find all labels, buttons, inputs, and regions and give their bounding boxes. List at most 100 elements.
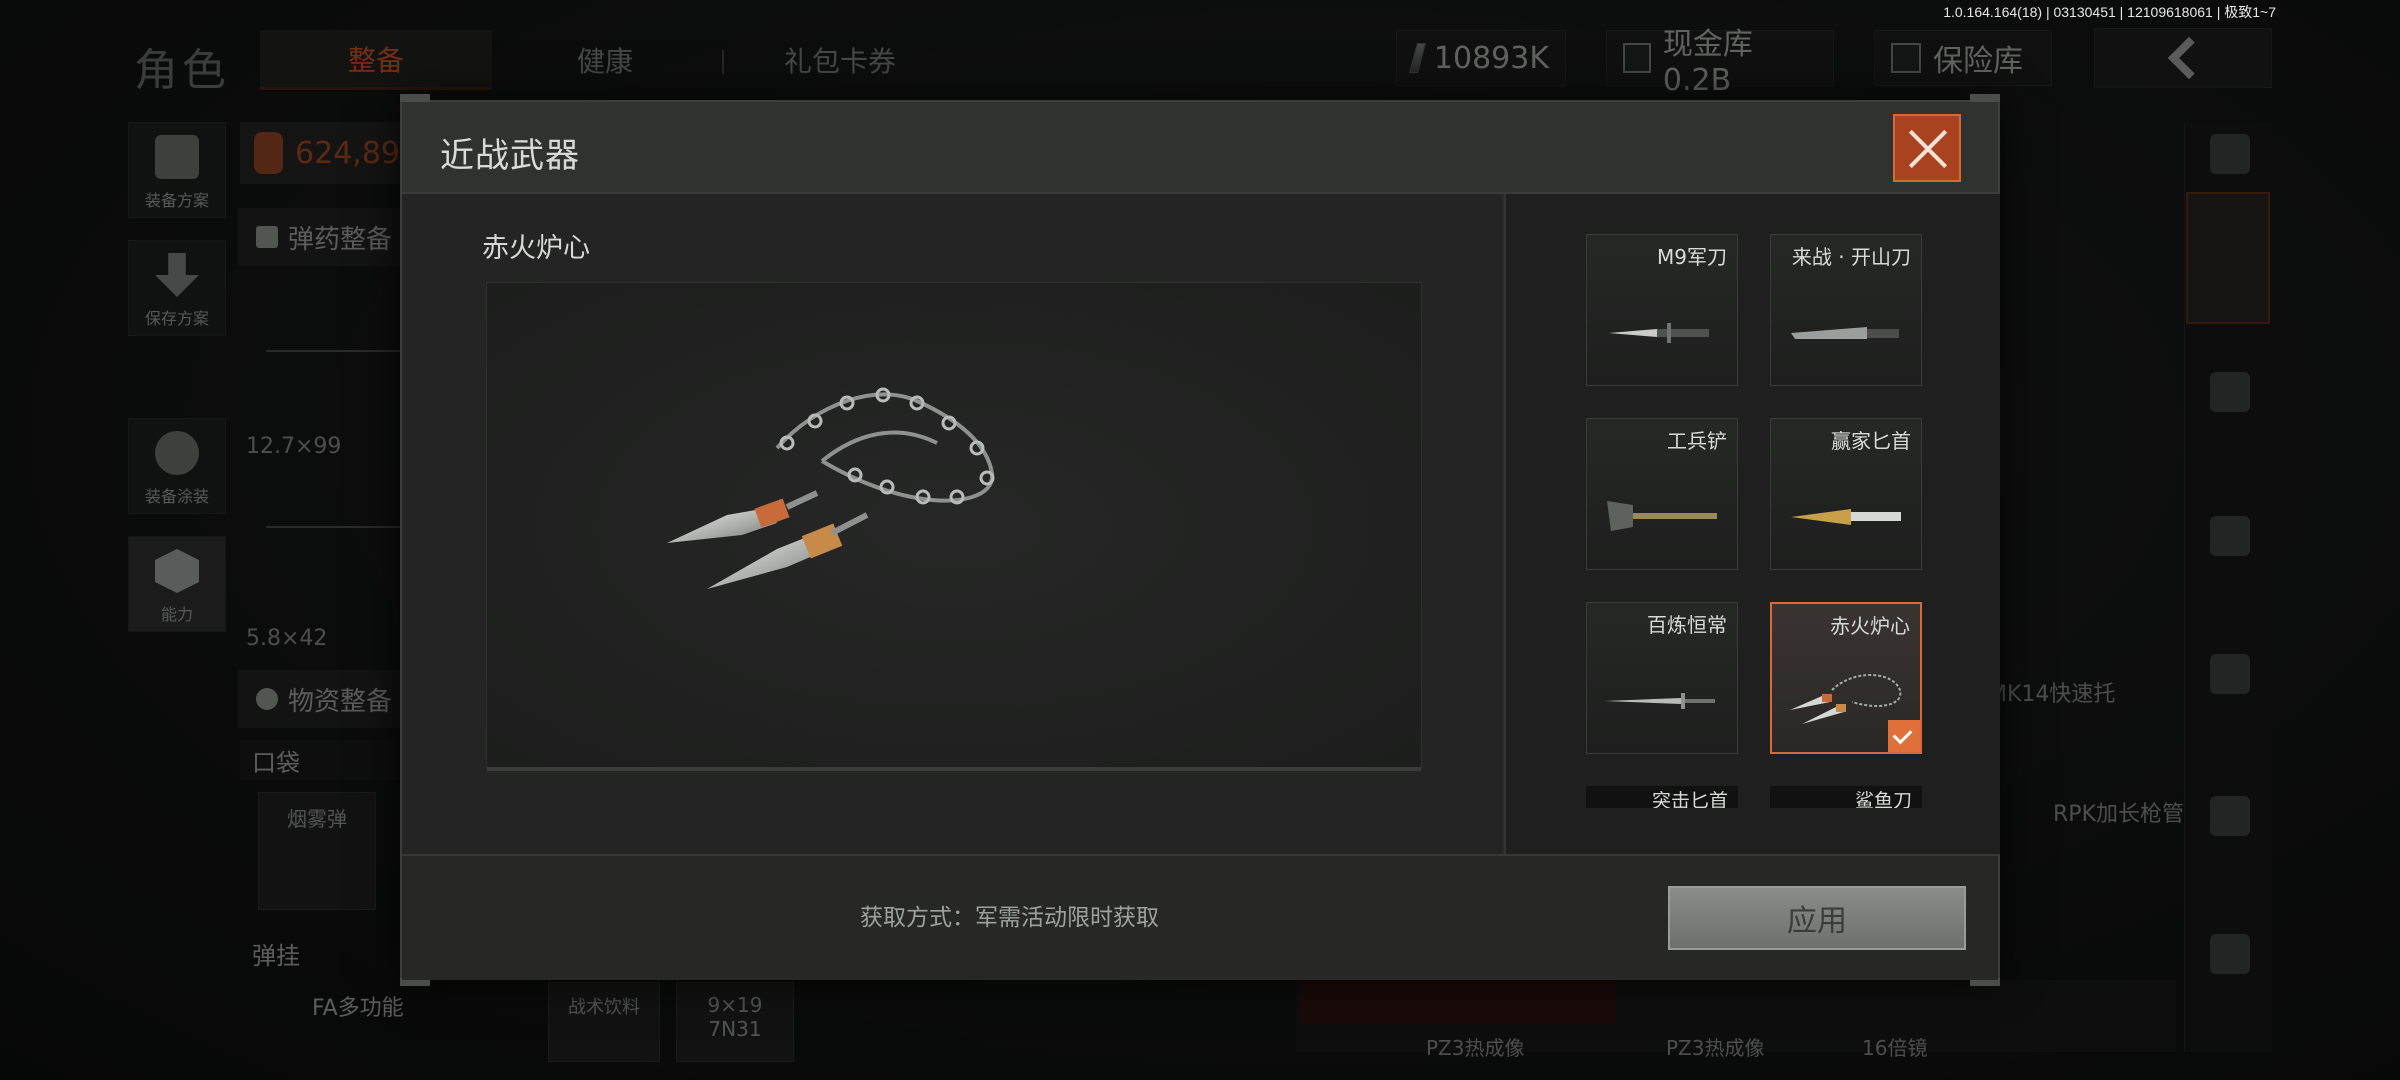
- weapon-silhouette: [266, 526, 400, 528]
- bullet-icon[interactable]: [2210, 796, 2250, 836]
- mask-icon: [256, 688, 278, 710]
- money-display: 624,89: [240, 122, 400, 184]
- dialog-footer: 获取方式：军需活动限时获取 应用: [402, 854, 1998, 980]
- insurance-vault-button[interactable]: 保险库: [1874, 30, 2052, 86]
- pocket-item-label: 烟雾弹: [287, 807, 347, 831]
- bayonet-icon: [1609, 323, 1709, 343]
- tab-prepare[interactable]: 整备: [260, 30, 492, 90]
- weapon-option-grid: M9军刀 来战 · 开山刀 工兵铲 赢家匕首 百炼恒常 赤火炉心 突击匕首 鲨鱼…: [1504, 194, 2000, 854]
- weapon-preview[interactable]: [486, 282, 1422, 771]
- vault-icon: [1623, 43, 1651, 73]
- sidebar-item-label: 保存方案: [144, 309, 209, 328]
- currency-value: 10893K: [1433, 40, 1549, 76]
- safe-icon: [1891, 43, 1921, 73]
- dialog-header: 近战武器: [402, 102, 1998, 194]
- hanging-header: 弹挂: [252, 942, 300, 970]
- option-label: 百炼恒常: [1647, 613, 1727, 637]
- tab-separator: [722, 50, 724, 74]
- sidebar-item-label: 能力: [160, 605, 193, 624]
- currency-display[interactable]: 10893K: [1396, 30, 1566, 86]
- dialog-title: 近战武器: [440, 136, 580, 176]
- selected-check-icon: [1888, 720, 1920, 752]
- weapon-option-shark-knife[interactable]: 鲨鱼刀: [1770, 786, 1922, 808]
- weapon-option-assault-dagger[interactable]: 突击匕首: [1586, 786, 1738, 808]
- inventory-slot[interactable]: 9×19 7N31: [676, 982, 794, 1062]
- machete-icon: [1791, 327, 1899, 339]
- page-title: 角色: [134, 45, 230, 96]
- item-label: FA多功能: [312, 996, 404, 1021]
- close-button[interactable]: [1893, 114, 1961, 182]
- download-icon: [155, 253, 199, 297]
- melee-weapon-dialog: 近战武器 赤火炉心 M9军刀 来战 · 开山刀 工兵铲 赢家匕首 百炼恒常 赤火…: [400, 94, 2000, 986]
- vest-icon: [155, 135, 199, 179]
- sidebar-item-ability[interactable]: 能力: [128, 536, 226, 632]
- weapon-option-m9[interactable]: M9军刀: [1586, 234, 1738, 386]
- caliber-label: 12.7×99: [246, 434, 342, 459]
- banknote-icon: [1408, 43, 1426, 73]
- attachment-label: RPK加长枪管: [2053, 802, 2184, 827]
- helmet-icon: [155, 431, 199, 475]
- magazine-icon[interactable]: [2210, 654, 2250, 694]
- option-label: M9军刀: [1657, 245, 1727, 269]
- cash-vault-button[interactable]: 现金库 0.2B: [1606, 27, 1834, 98]
- attachment-label: 16倍镜: [1862, 1036, 1928, 1060]
- option-label: 突击匕首: [1651, 790, 1728, 808]
- supplies-prep-label: 物资整备: [288, 686, 393, 717]
- preview-divider: [487, 767, 1421, 771]
- chain-blades-icon: [667, 387, 995, 589]
- supplies-prep-button[interactable]: 物资整备: [238, 670, 403, 728]
- money-value: 624,89: [295, 135, 400, 171]
- attachment-highlight: [1300, 980, 1616, 1024]
- attachment-label: PZ3热成像: [1426, 1036, 1525, 1060]
- sidebar-item-loadout[interactable]: 装备方案: [128, 122, 226, 218]
- weapon-option-sword[interactable]: 百炼恒常: [1586, 602, 1738, 754]
- apply-button[interactable]: 应用: [1668, 886, 1966, 950]
- rail-item-active[interactable]: [2186, 192, 2270, 324]
- option-label: 鲨鱼刀: [1854, 790, 1912, 808]
- frame-corner: [1970, 94, 2000, 102]
- ammo-type-label: 7N31: [708, 1017, 762, 1041]
- attachment-label: PZ3热成像: [1666, 1036, 1765, 1060]
- attachment-label: MK14快速托: [1988, 682, 2116, 707]
- chevron-left-icon: [2167, 36, 2211, 80]
- weapon-silhouette: [266, 350, 400, 352]
- scope-icon[interactable]: [2210, 934, 2250, 974]
- preview-panel: 赤火炉心: [402, 194, 1502, 854]
- tab-health[interactable]: 健康: [520, 30, 690, 90]
- weapon-option-shovel[interactable]: 工兵铲: [1586, 418, 1738, 570]
- sword-icon: [1605, 693, 1715, 709]
- cash-vault-label: 现金库 0.2B: [1662, 26, 1753, 98]
- ammo-caliber-label: 9×19: [707, 993, 763, 1017]
- shovel-icon: [1607, 501, 1717, 531]
- money-bag-icon: [254, 132, 284, 174]
- option-label: 工兵铲: [1667, 429, 1727, 453]
- ammo-icon: [256, 226, 278, 248]
- ammo-prep-button[interactable]: 弹药整备: [238, 208, 403, 266]
- insurance-vault-label: 保险库: [1933, 44, 2023, 79]
- selected-item-name: 赤火炉心: [482, 233, 590, 264]
- weapon-option-machete[interactable]: 来战 · 开山刀: [1770, 234, 1922, 386]
- sidebar-item-label: 装备方案: [144, 191, 209, 210]
- pocket-slot[interactable]: 烟雾弹: [258, 792, 376, 910]
- lightning-hexagon-icon: [155, 549, 199, 593]
- acquire-method-text: 获取方式：军需活动限时获取: [860, 905, 1159, 931]
- sidebar-item-save[interactable]: 保存方案: [128, 240, 226, 336]
- tab-gift-cards[interactable]: 礼包卡券: [760, 30, 920, 90]
- dagger-icon: [1791, 509, 1901, 525]
- sidebar-item-skin[interactable]: 装备涂装: [128, 418, 226, 514]
- frame-corner: [400, 94, 430, 102]
- layers-icon[interactable]: [2210, 134, 2250, 174]
- option-label: 赢家匕首: [1831, 429, 1911, 453]
- caliber-label: 5.8×42: [246, 626, 328, 651]
- ammo-prep-label: 弹药整备: [288, 224, 393, 255]
- back-button[interactable]: [2094, 28, 2272, 88]
- pocket-header: 口袋: [240, 740, 405, 780]
- helmet-icon[interactable]: [2210, 372, 2250, 412]
- version-info: 1.0.164.164(18) | 03130451 | 12109618061…: [1943, 4, 2276, 20]
- inventory-slot[interactable]: 战术饮料: [548, 982, 660, 1062]
- weapon-option-winner-dagger[interactable]: 赢家匕首: [1770, 418, 1922, 570]
- item-label: 战术饮料: [568, 997, 640, 1018]
- weapon-option-red-fire-heart[interactable]: 赤火炉心: [1770, 602, 1922, 754]
- option-label: 来战 · 开山刀: [1791, 245, 1911, 269]
- rifle-icon[interactable]: [2210, 516, 2250, 556]
